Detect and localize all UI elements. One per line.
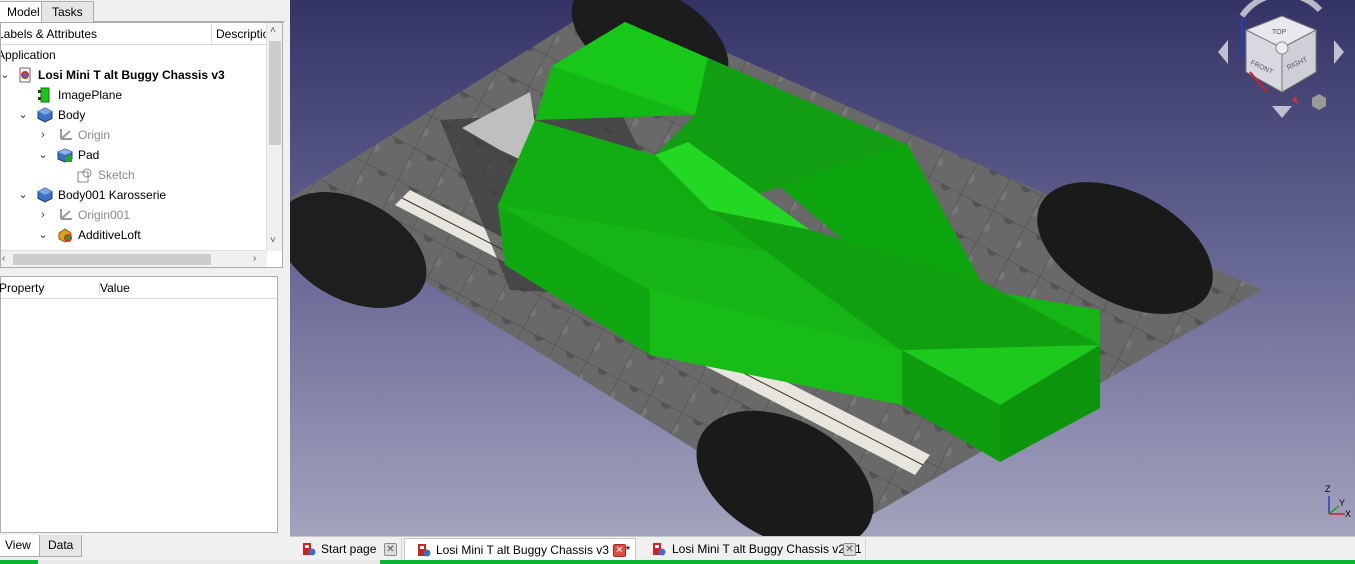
close-tab-icon[interactable]: ✕ [843,543,856,556]
view-menu-arrow-icon[interactable] [1292,96,1298,104]
tree-item-sketch[interactable]: Sketch [1,165,267,185]
expanded-arrow-icon[interactable]: ⌄ [37,145,49,165]
scroll-left-icon[interactable]: ‹ [2,253,5,264]
tree-item-body[interactable]: ⌄ Body [1,105,267,125]
tree-vertical-scrollbar[interactable]: ˄ ˅ [266,23,282,251]
tree-item-document[interactable]: ⌄ Losi Mini T alt Buggy Chassis v3 [1,65,267,85]
header-description[interactable]: Description [211,23,267,45]
tree-item-label: AdditiveLoft [78,228,141,242]
tab-chassis-v3[interactable]: Losi Mini T alt Buggy Chassis v3 : 1* ✕ [404,538,636,561]
3d-viewport[interactable]: TOP FRONT RIGHT Z Y X [290,0,1355,536]
tree-item-label: Losi Mini T alt Buggy Chassis v3 [38,68,225,82]
property-header: Property Value [0,277,277,299]
tree-item-imageplane[interactable]: ImagePlane [1,85,267,105]
close-tab-icon[interactable]: ✕ [384,543,397,556]
property-tabbar: View Data [0,535,285,557]
tree-horizontal-scrollbar[interactable]: ‹ › [1,250,267,267]
image-plane-icon [38,87,50,103]
axis-cross: Z Y X [1325,484,1351,519]
tree-item-label: Sketch [98,168,135,182]
expanded-arrow-icon[interactable]: ⌄ [1,65,11,85]
tree-item-pad[interactable]: ⌄ Pad [1,145,267,165]
tree-item-label: Origin [78,128,111,142]
origin-icon [60,129,72,140]
tree-item-body001[interactable]: ⌄ Body001 Karosserie [1,185,267,205]
property-column-header[interactable]: Property [0,281,44,295]
tab-data[interactable]: Data [39,535,83,557]
document-icon [19,67,31,83]
scroll-right-icon[interactable]: › [253,253,256,264]
freecad-icon [653,543,666,556]
tree-item-origin001[interactable]: › Origin001 [1,205,267,225]
tree-item-label: Origin001 [78,208,131,222]
3d-scene [290,0,1262,536]
pan-down-arrow-icon[interactable] [1272,106,1292,118]
origin-icon [60,209,72,220]
combo-view: Model Tasks Labels & Attributes Descript… [0,0,285,564]
tab-label: Start page [321,542,377,556]
tree-root-label: Application [0,48,56,62]
pan-left-arrow-icon[interactable] [1218,40,1228,64]
tab-tasks-label: Tasks [52,5,83,19]
tab-label: Losi Mini T alt Buggy Chassis v3 : 1* [436,543,631,557]
collapsed-arrow-icon[interactable]: › [37,205,49,225]
scroll-down-icon[interactable]: ˅ [270,235,276,246]
expanded-arrow-icon[interactable]: ⌄ [17,185,29,205]
freecad-icon [418,544,431,557]
tree-item-additiveloft[interactable]: ⌄ AdditiveLoft [1,225,267,245]
collapsed-arrow-icon[interactable]: › [37,125,49,145]
combo-tabbar: Model Tasks [0,0,285,23]
close-tab-icon[interactable]: ✕ [613,544,626,557]
navigation-cube[interactable]: TOP FRONT RIGHT [1212,0,1355,120]
tab-data-label: Data [48,538,74,552]
pad-icon [57,148,73,163]
model-tree[interactable]: Labels & Attributes Description Applicat… [0,22,283,268]
tab-model-label: Model [7,5,40,19]
tab-label: Losi Mini T alt Buggy Chassis v2 : 1 [672,542,862,556]
tree-item-label: ImagePlane [58,88,123,102]
tab-view[interactable]: View [0,535,40,557]
status-segment [380,560,1355,564]
tree-item-origin[interactable]: › Origin [1,125,267,145]
freecad-icon [303,543,316,556]
body-icon [37,187,53,203]
tab-tasks[interactable]: Tasks [41,1,94,22]
axis-z-label: Z [1325,484,1331,494]
value-column-header[interactable]: Value [99,281,130,295]
status-segment [0,560,38,564]
header-labels[interactable]: Labels & Attributes [1,23,207,45]
scroll-up-icon[interactable]: ˄ [270,25,276,36]
axis-y-label: Y [1339,498,1345,508]
expanded-arrow-icon[interactable]: ⌄ [17,105,29,125]
tab-chassis-v2[interactable]: Losi Mini T alt Buggy Chassis v2 : 1 ✕ [646,538,866,561]
sketch-icon [77,168,92,183]
scrollbar-thumb[interactable] [269,41,281,145]
tree-item-label: Pad [78,148,100,162]
additive-loft-icon [58,228,72,243]
tree-item-label: Body001 Karosserie [58,188,167,202]
document-tabbar: Start page ✕ Losi Mini T alt Buggy Chass… [290,536,1355,561]
view-menu-icon[interactable] [1312,94,1326,110]
cube-face-top-label: TOP [1272,29,1287,36]
status-strip [0,560,1355,564]
axis-x-label: X [1345,509,1351,519]
property-editor[interactable]: Property Value [0,276,278,533]
rotate-arc-icon[interactable] [1239,0,1323,18]
tree-item-label: Body [58,108,86,122]
expanded-arrow-icon[interactable]: ⌄ [37,225,49,245]
tree-header: Labels & Attributes Description [1,23,267,45]
pan-right-arrow-icon[interactable] [1334,40,1344,64]
body-icon [37,107,53,123]
tab-start-page[interactable]: Start page ✕ [296,538,402,561]
scrollbar-thumb[interactable] [13,254,211,265]
tab-view-label: View [5,538,31,552]
